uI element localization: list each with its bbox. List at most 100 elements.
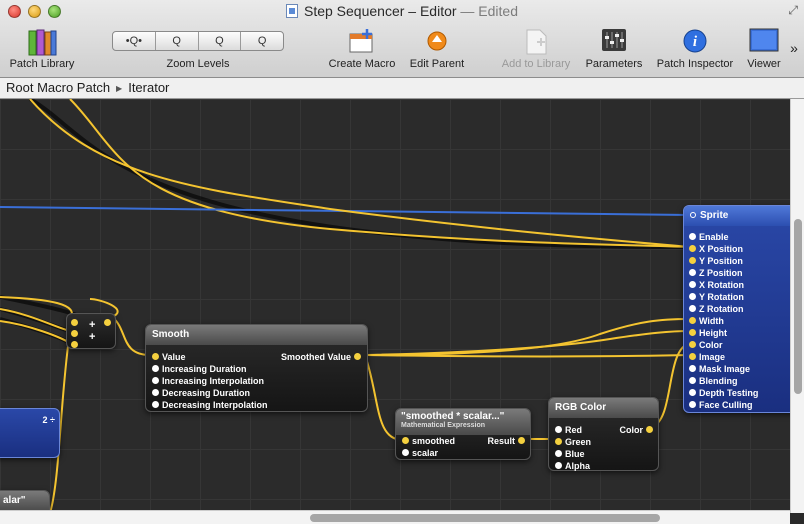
sprite-patch[interactable]: Sprite Enable X Position Y Position Z Posit…	[683, 205, 803, 413]
viewer-icon	[749, 28, 779, 52]
sprite-input-blending[interactable]: Blending	[689, 375, 738, 387]
smooth-input-increasing-interpolation[interactable]: Increasing Interpolation	[152, 375, 264, 387]
port-dot[interactable]	[689, 233, 696, 240]
port-dot[interactable]	[689, 245, 696, 252]
offscreen-number-patch[interactable]: 2 ÷	[0, 408, 60, 458]
horizontal-scrollbar[interactable]	[0, 510, 790, 524]
port-dot[interactable]	[689, 317, 696, 324]
zoom-fit-button[interactable]: •Q•	[113, 32, 156, 50]
fullscreen-icon[interactable]: ⤢	[788, 3, 798, 18]
port-dot[interactable]	[689, 305, 696, 312]
wire-smooth-to-height	[364, 330, 691, 356]
smooth-input-decreasing-duration[interactable]: Decreasing Duration	[152, 387, 250, 399]
adder-plus-label: +	[89, 319, 96, 331]
breadcrumb-root[interactable]: Root Macro Patch	[6, 80, 110, 95]
create-macro-label: Create Macro	[328, 58, 396, 70]
port-dot[interactable]	[689, 329, 696, 336]
create-macro-icon	[349, 29, 373, 53]
smooth-input-decreasing-interpolation[interactable]: Decreasing Interpolation	[152, 399, 268, 411]
sprite-input-label: Image	[699, 352, 726, 362]
sprite-input-label: Y Position	[699, 256, 743, 266]
sprite-input-image[interactable]: Image	[689, 351, 725, 363]
vertical-scroll-thumb[interactable]	[794, 219, 802, 394]
port-dot[interactable]	[689, 341, 696, 348]
toolbar-overflow-button[interactable]: »	[786, 40, 802, 56]
smooth-title: Smooth	[146, 325, 367, 345]
vertical-scrollbar[interactable]	[790, 99, 804, 513]
sprite-input-label: Enable	[699, 232, 729, 242]
sprite-input-face-culling[interactable]: Face Culling	[689, 399, 753, 411]
offscreen-expression-title: alar"	[0, 491, 49, 511]
port-dot[interactable]	[689, 281, 696, 288]
zoom-out-button[interactable]: Q	[156, 32, 199, 50]
sprite-input-depth-testing[interactable]: Depth Testing	[689, 387, 758, 399]
wire-top-to-sprite	[29, 99, 691, 248]
rgb-input-green[interactable]: Green	[555, 436, 591, 448]
port-dot[interactable]	[689, 377, 696, 384]
math-input-smoothed[interactable]: smoothed	[402, 435, 455, 447]
rgb-input-blue[interactable]: Blue	[555, 448, 585, 460]
sprite-input-color[interactable]: Color	[689, 339, 723, 351]
math-output-result[interactable]: Result	[487, 435, 525, 447]
sprite-input-z-rotation[interactable]: Z Rotation	[689, 303, 744, 315]
smooth-output-smoothed-value[interactable]: Smoothed Value	[281, 351, 361, 363]
port-dot[interactable]	[689, 293, 696, 300]
zoom-levels-control[interactable]: •Q• Q Q Q	[112, 31, 284, 51]
edited-indicator: — Edited	[460, 3, 519, 19]
sprite-input-x-position[interactable]: X Position	[689, 243, 743, 255]
rgb-title: RGB Color	[549, 398, 658, 418]
zoom-in-button[interactable]: Q	[241, 32, 283, 50]
zoom-actual-button[interactable]: Q	[199, 32, 242, 50]
window-titlebar: Step Sequencer – Editor — Edited ⤢ Patch…	[0, 0, 804, 78]
math-subtitle: Mathematical Expression	[401, 422, 486, 429]
edit-parent-icon	[427, 31, 447, 51]
rgb-input-red[interactable]: Red	[555, 424, 582, 436]
smooth-input-increasing-duration[interactable]: Increasing Duration	[152, 363, 247, 375]
sprite-input-enable[interactable]: Enable	[689, 231, 729, 243]
sprite-input-label: Width	[699, 316, 724, 326]
smooth-input-value[interactable]: Value	[152, 351, 186, 363]
sprite-input-z-position[interactable]: Z Position	[689, 267, 743, 279]
wire-top-to-sprite-height	[69, 99, 691, 248]
sprite-status-icon	[690, 212, 696, 218]
patch-library-icon	[28, 29, 57, 56]
rgb-input-alpha[interactable]: Alpha	[555, 460, 590, 472]
window-title-text: Step Sequencer – Editor	[303, 3, 457, 19]
sprite-input-label: Y Rotation	[699, 292, 744, 302]
sprite-input-label: Depth Testing	[699, 388, 759, 398]
sprite-input-y-rotation[interactable]: Y Rotation	[689, 291, 744, 303]
number-value[interactable]: 2 ÷	[43, 415, 55, 425]
patch-inspector-label: Patch Inspector	[656, 58, 734, 70]
sprite-input-y-position[interactable]: Y Position	[689, 255, 743, 267]
breadcrumb-current[interactable]: Iterator	[128, 80, 169, 95]
sprite-input-width[interactable]: Width	[689, 315, 724, 327]
edit-parent-label: Edit Parent	[409, 58, 465, 70]
viewer-label: Viewer	[747, 58, 781, 70]
port-dot[interactable]	[689, 365, 696, 372]
breadcrumb: Root Macro Patch ▶ Iterator	[0, 78, 804, 99]
adder-patch[interactable]: + +	[66, 313, 116, 349]
port-dot[interactable]	[689, 353, 696, 360]
wire-smooth-to-width	[364, 318, 691, 356]
math-input-scalar[interactable]: scalar	[402, 447, 438, 459]
wire-smooth-to-image	[364, 354, 691, 358]
rgb-color-patch[interactable]: RGB Color Red Green Blue Alpha Color	[548, 397, 659, 471]
port-dot[interactable]	[689, 401, 696, 408]
math-expression-patch[interactable]: "smoothed * scalar..." Mathematical Expr…	[395, 408, 531, 460]
sprite-input-mask-image[interactable]: Mask Image	[689, 363, 750, 375]
sprite-input-label: Color	[699, 340, 723, 350]
smooth-patch[interactable]: Smooth Value Increasing Duration Increas…	[145, 324, 368, 412]
sprite-header: Sprite	[684, 206, 802, 226]
info-icon: i	[683, 29, 707, 53]
sprite-input-label: Z Position	[699, 268, 743, 278]
math-header: "smoothed * scalar..." Mathematical Expr…	[396, 409, 530, 435]
port-dot[interactable]	[689, 257, 696, 264]
sprite-input-x-rotation[interactable]: X Rotation	[689, 279, 744, 291]
sprite-input-height[interactable]: Height	[689, 327, 727, 339]
patch-library-label: Patch Library	[9, 58, 75, 70]
window-title: Step Sequencer – Editor — Edited	[0, 3, 804, 19]
horizontal-scroll-thumb[interactable]	[310, 514, 660, 522]
port-dot[interactable]	[689, 269, 696, 276]
port-dot[interactable]	[689, 389, 696, 396]
rgb-output-color[interactable]: Color	[620, 424, 653, 436]
